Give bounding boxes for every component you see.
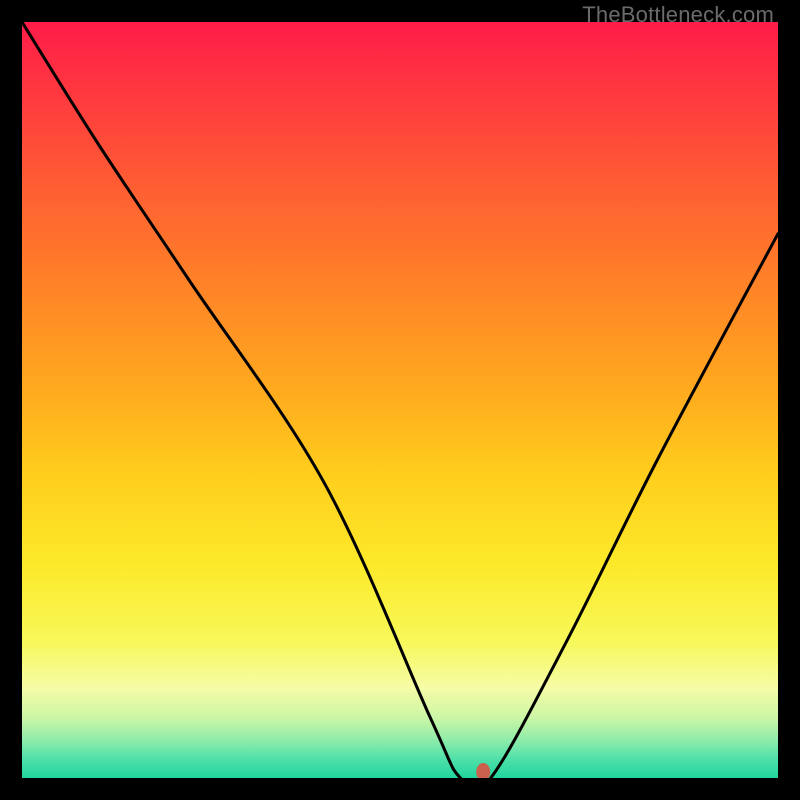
chart-frame <box>0 0 800 800</box>
chart-background <box>22 22 778 778</box>
watermark-text: TheBottleneck.com <box>582 2 774 28</box>
bottleneck-chart <box>22 22 778 778</box>
